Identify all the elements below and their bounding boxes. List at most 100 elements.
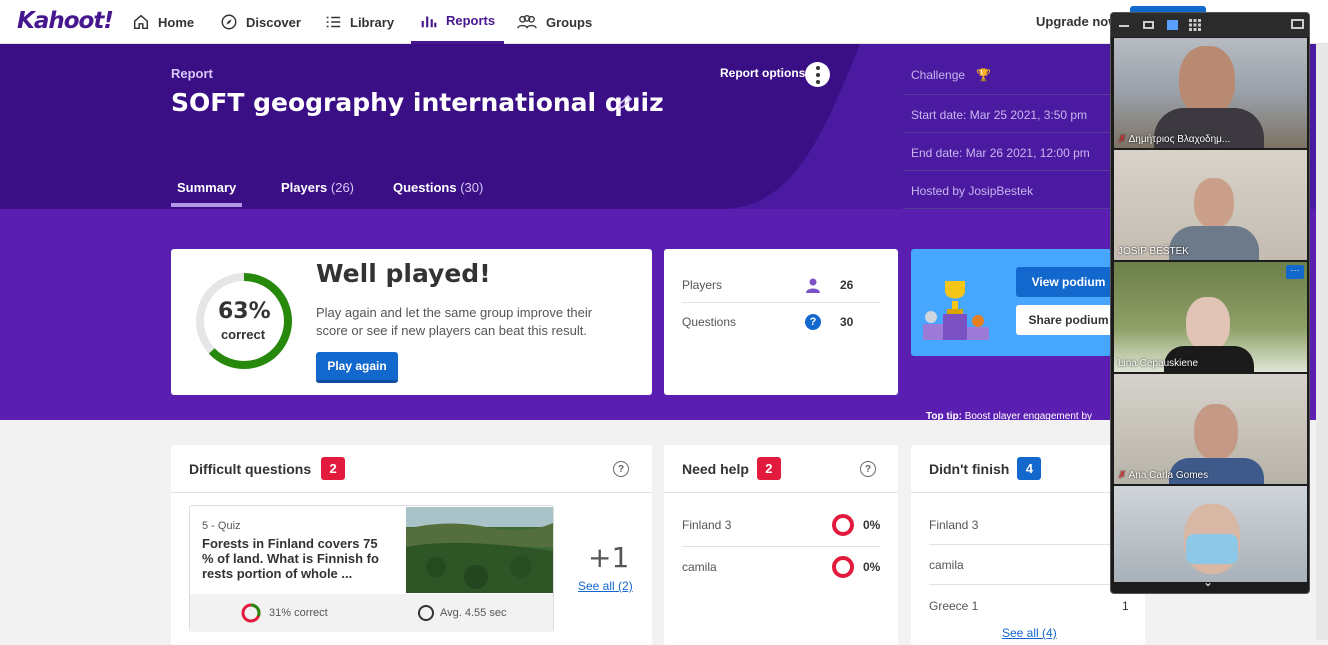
nav-home-label: Home [158,14,195,30]
kahoot-logo[interactable]: Kahoot! [17,8,114,34]
forest-image [406,507,553,593]
nav-library[interactable]: Library [324,0,394,44]
divider [903,132,1113,133]
didnt-finish-row-name[interactable]: Greece 1 [929,599,978,613]
video-tile[interactable]: JOSIP BEŠTEK [1114,150,1307,260]
tab-players[interactable]: Players (26) [281,180,354,195]
help-icon[interactable]: ? [613,461,629,477]
more-options-icon[interactable]: ··· [1286,265,1304,279]
challenge-label: Challenge 🏆 [911,68,991,82]
tab-questions-count: (30) [460,180,484,195]
need-help-row-pct: 0% [863,518,881,532]
nav-reports[interactable]: Reports [411,0,505,44]
correct-percent: 63% [218,299,271,324]
didnt-finish-row-name[interactable]: camila [929,558,964,572]
list-icon [326,16,341,28]
speaker-view-icon[interactable] [1167,20,1178,30]
expand-icon[interactable] [1291,19,1304,29]
see-all-didnt-finish-link[interactable]: See all (4) [1002,626,1057,640]
question-avg-time: Avg. 4.55 sec [440,607,507,619]
tab-summary[interactable]: Summary [171,180,243,207]
hosted-by: Hosted by JosipBestek [911,184,1034,198]
share-podium-button[interactable]: Share podium [1016,305,1111,335]
question-correct-pct: 31% [269,607,292,619]
divider [664,492,898,493]
video-tile[interactable]: ✗ Ana Carla Gomes [1114,374,1307,484]
top-tip-bold: Top tip: [926,411,962,420]
divider [682,302,880,303]
page-scrollbar[interactable] [1316,44,1328,640]
report-options-kebab-icon[interactable] [805,62,830,87]
difficult-questions-title: Difficult questions [189,460,312,477]
question-item[interactable]: 5 - Quiz Forests in Finland covers 75 % … [189,505,554,632]
groups-icon [517,15,537,29]
need-help-row-pct: 0% [863,560,881,574]
mic-muted-icon: ✗ [1118,134,1129,145]
question-correct-ring [241,603,261,623]
nav-discover-label: Discover [246,14,301,30]
nav-library-label: Library [350,14,395,30]
video-tile[interactable]: ··· Lina Cepauskiene [1114,262,1307,372]
help-icon[interactable]: ? [860,461,876,477]
questions-label: Questions [682,315,737,329]
participant-name-text: Δημήτριος Βλαχοδημ... [1128,134,1231,145]
need-help-row-name[interactable]: Finland 3 [682,518,731,532]
divider [171,492,652,493]
chevron-down-icon[interactable]: ⌄ [1203,575,1213,589]
play-again-button[interactable]: Play again [316,352,398,383]
end-date: End date: Mar 26 2021, 12:00 pm [911,146,1090,160]
didnt-finish-row-value: 1 [1122,599,1129,613]
correct-label: correct [220,327,266,342]
report-options-label[interactable]: Report options [720,66,805,80]
tab-questions-label: Questions [393,180,457,195]
top-tip: Top tip: Boost player engagement by shar… [926,411,1116,420]
thumbnail-view-icon[interactable] [1143,21,1154,29]
video-call-panel: ✗ Δημήτριος Βλαχοδημ... JOSIP BEŠTEK ···… [1110,12,1310,594]
difficult-questions-card: Difficult questions 2 ? 5 - Quiz Forests… [171,445,652,645]
participant-name: Lina Cepauskiene [1118,358,1199,369]
need-help-count-badge: 2 [756,457,781,480]
tab-players-label: Players [281,180,328,195]
difficult-count-badge: 2 [321,457,346,480]
need-help-ring [832,514,854,536]
well-played-heading: Well played! [316,259,491,288]
stats-card: Players 26 Questions ? 30 [664,249,898,395]
view-podium-button[interactable]: View podium [1016,267,1111,297]
didnt-finish-title: Didn't finish [929,460,1010,477]
gallery-view-icon[interactable] [1189,19,1201,31]
need-help-row-name[interactable]: camila [682,560,717,574]
nav-discover[interactable]: Discover [220,0,301,44]
players-label: Players [682,278,723,292]
divider [929,544,1127,545]
divider [903,94,1113,95]
didnt-finish-count-badge: 4 [1017,457,1042,480]
more-count: +1 [588,541,630,574]
participant-face [1194,404,1238,460]
see-all-difficult-link[interactable]: See all (2) [578,579,633,593]
mic-muted-icon: ✗ [1118,470,1129,481]
tab-questions[interactable]: Questions (30) [393,180,483,195]
bar-chart-icon [421,16,437,27]
video-toolbar [1111,13,1309,37]
need-help-card: Need help 2 ? Finland 3 0% camila 0% [664,445,898,645]
didnt-finish-row-name[interactable]: Finland 3 [929,518,978,532]
nav-groups-label: Groups [546,14,593,30]
question-correct: 31% correct [269,607,328,619]
video-tile[interactable]: ✗ Δημήτριος Βλαχοδημ... [1114,38,1307,148]
report-title: SOFT geography international quiz [171,88,664,117]
divider [929,584,1127,585]
participant-name: JOSIP BEŠTEK [1118,246,1189,257]
question-correct-label: correct [294,607,328,619]
podium-illustration [923,281,989,340]
edit-pencil-icon[interactable] [617,94,633,110]
nav-groups[interactable]: Groups [516,0,592,44]
video-tile[interactable] [1114,486,1307,582]
nav-home[interactable]: Home [132,0,194,44]
minimize-icon[interactable] [1119,25,1129,27]
players-value: 26 [840,278,854,292]
divider [682,546,880,547]
need-help-ring [832,556,854,578]
upgrade-link[interactable]: Upgrade now [1036,14,1118,29]
participant-name-text: Ana Carla Gomes [1128,470,1209,481]
divider [903,208,1113,209]
